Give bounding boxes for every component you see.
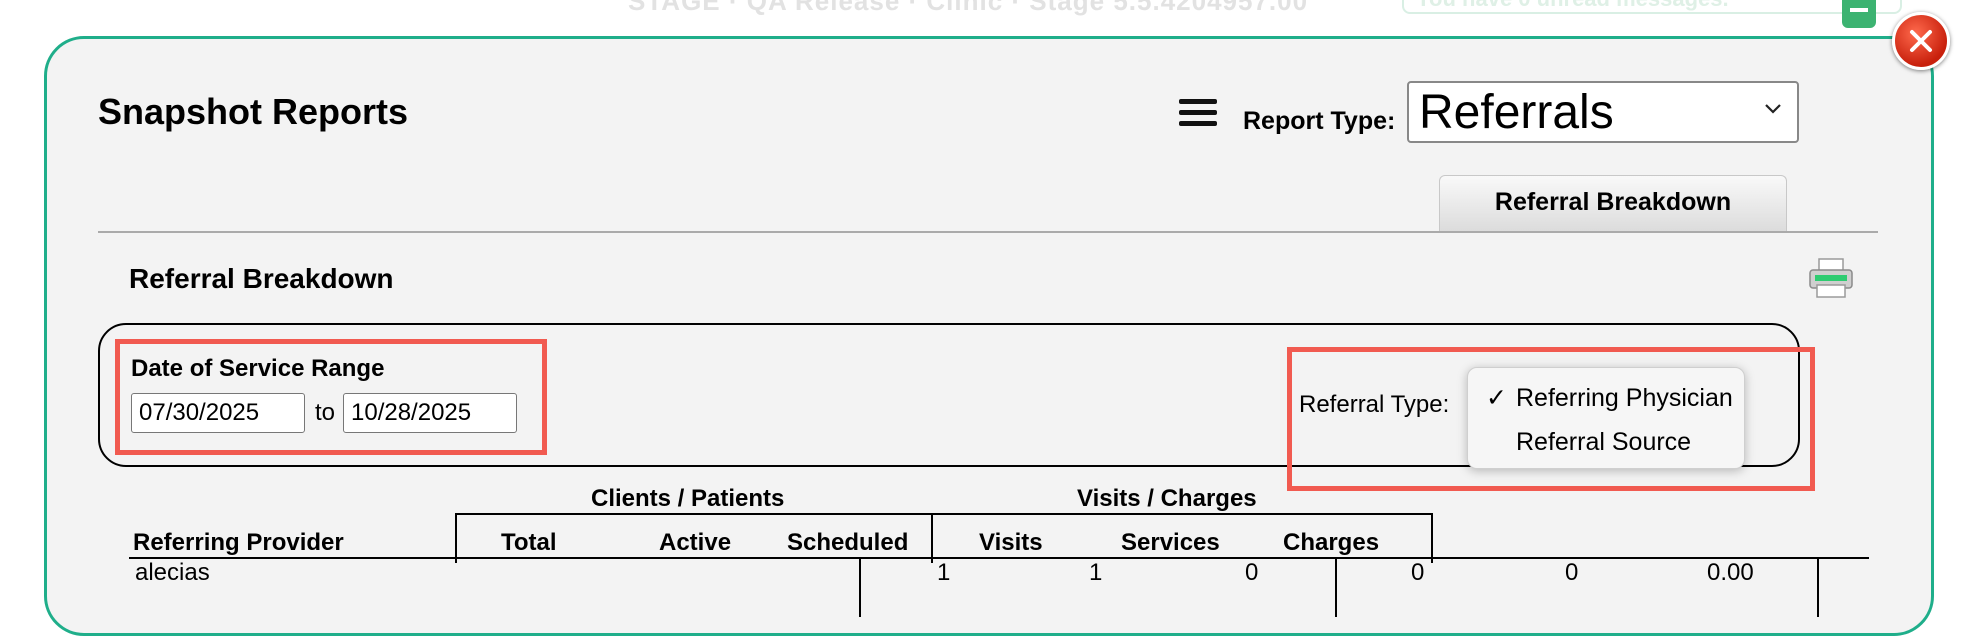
col-header-charges[interactable]: Charges xyxy=(1283,529,1379,557)
group-header-clients: Clients / Patients xyxy=(591,485,785,512)
table-row-divider xyxy=(859,557,861,617)
start-date-input[interactable] xyxy=(131,393,305,433)
header-divider xyxy=(98,231,1878,233)
checkmark-icon: ✓ xyxy=(1486,384,1507,412)
group-header-visits: Visits / Charges xyxy=(1077,485,1257,512)
col-header-active[interactable]: Active xyxy=(659,529,731,557)
page-title: Snapshot Reports xyxy=(98,91,409,132)
table-row-amount: 0.00 xyxy=(1707,559,1754,586)
end-date-input[interactable] xyxy=(343,393,517,433)
close-modal-button[interactable] xyxy=(1892,12,1950,70)
referral-type-option-referral-source[interactable]: Referral Source xyxy=(1468,422,1746,462)
date-range-label: Date of Service Range xyxy=(131,355,385,382)
section-title: Referral Breakdown xyxy=(129,263,394,294)
referral-type-option-referring-physician[interactable]: ✓ Referring Physician xyxy=(1468,378,1746,418)
table-row-scheduled: 1 xyxy=(1089,559,1103,586)
referral-type-label: Referral Type: xyxy=(1299,391,1450,418)
report-type-select[interactable]: Referrals xyxy=(1407,81,1799,143)
tab-referral-breakdown[interactable]: Referral Breakdown xyxy=(1439,175,1787,231)
table-row-active: 1 xyxy=(937,559,951,586)
table-header-box-left xyxy=(455,513,457,563)
hamburger-menu-icon[interactable] xyxy=(1179,99,1217,129)
referral-type-dropdown: ✓ Referring Physician Referral Source xyxy=(1467,367,1745,469)
table-header-box-middle xyxy=(931,513,933,563)
snapshot-reports-modal: Snapshot Reports Report Type: Referrals … xyxy=(44,36,1934,636)
printer-icon[interactable] xyxy=(1807,257,1855,299)
table-row-divider xyxy=(1335,557,1337,617)
table-header-box-top xyxy=(455,513,1433,515)
table-row-divider xyxy=(1817,557,1819,617)
report-type-selected-value: Referrals xyxy=(1419,86,1614,139)
environment-banner: STAGE · QA Release · Clinic · Stage 5.5.… xyxy=(628,0,1309,16)
col-header-total[interactable]: Total xyxy=(501,529,557,557)
table-row-services: 0 xyxy=(1411,559,1425,586)
table-header-underline xyxy=(129,557,1869,559)
chevron-down-icon xyxy=(1765,104,1781,114)
table-row-visits: 0 xyxy=(1245,559,1259,586)
col-header-visits[interactable]: Visits xyxy=(979,529,1043,557)
table-header-box-right xyxy=(1431,513,1433,563)
table-row-provider[interactable]: alecias xyxy=(135,559,210,587)
table-row-charges: 0 xyxy=(1565,559,1579,586)
option-label: Referring Physician xyxy=(1516,384,1733,412)
messages-icon[interactable] xyxy=(1842,0,1876,28)
option-label: Referral Source xyxy=(1516,428,1692,456)
col-header-scheduled[interactable]: Scheduled xyxy=(787,529,908,557)
col-header-services[interactable]: Services xyxy=(1121,529,1220,557)
unread-messages-indicator[interactable]: You have 0 unread messages. xyxy=(1402,0,1902,14)
col-header-provider[interactable]: Referring Provider xyxy=(133,529,344,557)
close-icon xyxy=(1910,30,1932,52)
report-type-label: Report Type: xyxy=(1243,107,1396,135)
date-range-to-label: to xyxy=(315,399,336,426)
